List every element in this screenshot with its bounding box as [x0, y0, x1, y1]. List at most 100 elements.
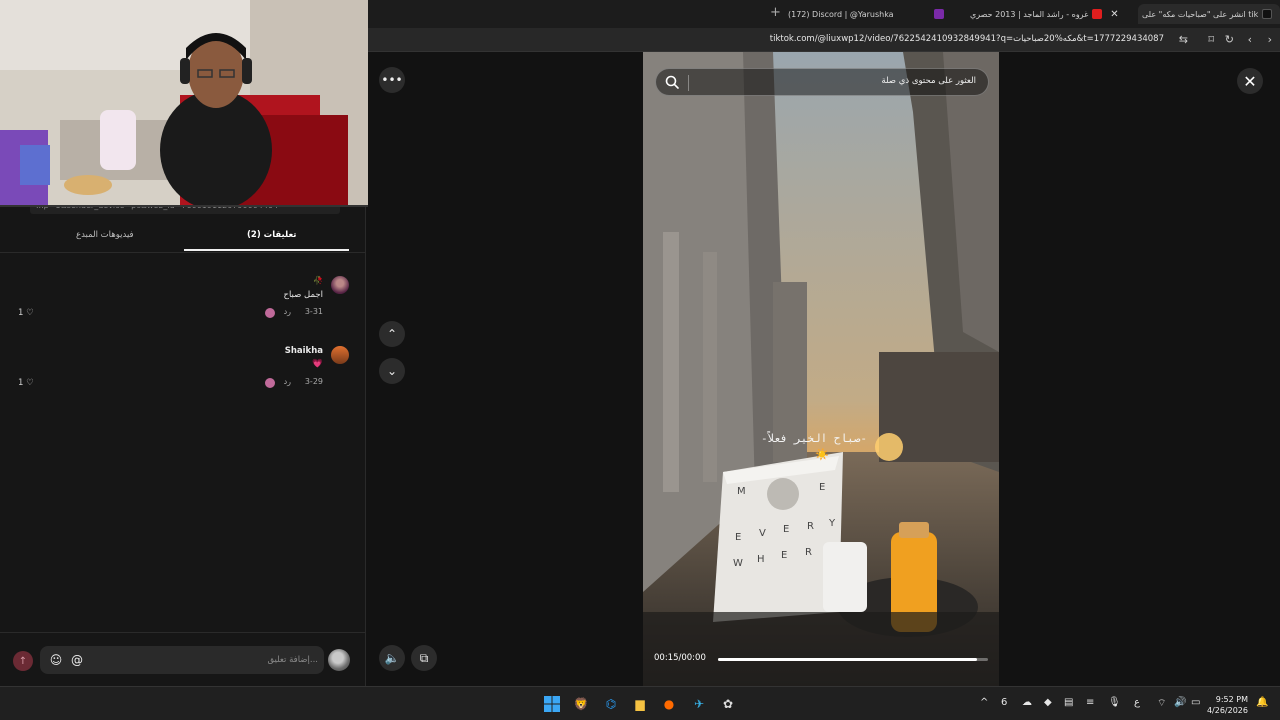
reply-link[interactable]: رد [284, 377, 291, 386]
address-bar: tiktok.com/@liuxwp12/video/7622542410932… [368, 28, 1280, 52]
url-text[interactable]: tiktok.com/@liuxwp12/video/7622542410932… [770, 34, 1164, 44]
onedrive-icon[interactable]: ☁ [1022, 697, 1032, 708]
comment-emoji: 💗 [312, 359, 323, 369]
bag-letter: R [807, 521, 814, 532]
bag-letter: E [735, 532, 741, 543]
time-display: 00:15/00:00 [654, 653, 706, 663]
volume-icon[interactable]: 🔊 [1174, 697, 1186, 708]
comment-date: 3-29 [304, 377, 323, 386]
back-icon[interactable]: ‹ [1248, 33, 1252, 46]
mention-icon[interactable]: @ [69, 652, 85, 668]
search-bar[interactable]: العثور على محتوى ذي صلة [655, 68, 989, 96]
screen: ...p=1&sender_device=pc&web_id=760019112… [0, 0, 1280, 720]
commenter-avatar[interactable] [331, 276, 349, 294]
forward-icon[interactable]: › [1268, 33, 1272, 46]
chevron-up-icon: ⌃ [386, 327, 398, 341]
search-icon[interactable] [664, 74, 680, 90]
site-settings-icon[interactable]: ⇆ [1179, 33, 1188, 46]
clock[interactable]: 9:52 PM 4/26/2026 [1207, 694, 1248, 716]
browser-tabstrip: (172) Discord | @Yarushka + غروه - راشد … [368, 0, 1280, 28]
language-indicator[interactable]: ع [1134, 697, 1140, 708]
bag-letter: H [757, 554, 765, 565]
discord-favicon-icon [934, 9, 944, 19]
close-icon: ✕ [1243, 71, 1257, 91]
comment-item: Shaikha 💗 3-29 رد 1 ♡ [15, 346, 349, 396]
like-count[interactable]: 1 ♡ [18, 308, 34, 318]
floating-player-button[interactable]: ⧉ [411, 645, 437, 671]
comment-tabs: فيديوهات المبدع تعليقات (2) [16, 226, 350, 252]
commenter-avatar[interactable] [331, 346, 349, 364]
app-tray-icon[interactable]: ◆ [1044, 697, 1052, 708]
post-comment-button[interactable]: ↑ [13, 651, 33, 671]
more-options-button[interactable]: ••• [379, 67, 405, 93]
tray-overflow-icon[interactable]: ^ [980, 697, 988, 708]
heart-icon[interactable]: ♡ [26, 378, 34, 388]
heart-icon[interactable]: ♡ [26, 308, 34, 318]
volume-button[interactable]: 🔈 [379, 645, 405, 671]
emoji-icon[interactable]: ☺ [48, 652, 64, 668]
bookmark-icon[interactable]: ⌑ [1208, 33, 1214, 46]
close-tab-icon[interactable]: ✕ [1110, 9, 1118, 20]
pip-icon: ⧉ [419, 650, 429, 665]
tab-tiktok-active[interactable]: انشر على "صباحيات مكه" على tik [1138, 4, 1280, 24]
playback-bar: 00:15/00:00 [643, 648, 999, 670]
clock-date: 4/26/2026 [1206, 706, 1248, 715]
progress-slider[interactable] [718, 658, 988, 661]
app-tray-icon[interactable]: ▤ [1064, 697, 1073, 708]
settings-tray-icon[interactable]: ≡ [1086, 697, 1094, 708]
sun-emoji: ☀️ [815, 448, 829, 461]
tiktok-favicon-icon [1262, 9, 1272, 19]
windows-taskbar: 🦁 ⌬ ▆ ● ✈ ✿ ^ 6 ☁ ◆ ▤ ≡ 🎙 ع ⌔ 🔊 ▭ 9:52 P… [0, 686, 1280, 720]
next-video-button[interactable]: ⌄ [379, 358, 405, 384]
bag-letter: M [737, 486, 746, 497]
app-icon[interactable]: ● [660, 695, 678, 713]
tab-discord[interactable]: (172) Discord | @Yarushka [788, 4, 894, 24]
previous-video-button[interactable]: ⌃ [379, 321, 405, 347]
telegram-icon[interactable]: ✈ [690, 695, 708, 713]
progress-fill [718, 658, 978, 661]
windows-start-icon[interactable] [543, 695, 561, 713]
divider [0, 252, 366, 253]
tab-label: انشر على "صباحيات مكه" على tik [1142, 9, 1259, 19]
tab-youtube[interactable]: غروه - راشد الماجد | 2013 حصري ✕ [930, 4, 1119, 24]
bag-letter: Y [828, 518, 836, 529]
chatgpt-icon[interactable]: ✿ [719, 695, 737, 713]
notification-icon[interactable]: 🔔 [1256, 697, 1268, 708]
clock-time: 9:52 PM [1215, 695, 1248, 704]
user-avatar[interactable] [328, 649, 350, 671]
search-placeholder: العثور على محتوى ذي صلة [881, 76, 976, 86]
tab-comments[interactable]: تعليقات (2) [247, 230, 296, 240]
reply-link[interactable]: رد [284, 307, 291, 316]
comment-author[interactable]: Shaikha [285, 346, 323, 356]
close-video-button[interactable]: ✕ [1237, 68, 1263, 94]
like-count[interactable]: 1 ♡ [18, 378, 34, 388]
speaker-icon: 🔈 [384, 651, 400, 665]
search-separator [688, 75, 689, 91]
new-tab-button[interactable]: + [770, 5, 781, 20]
bag-letter: R [805, 547, 812, 558]
comment-input-box: ☺ @ [40, 646, 324, 674]
microphone-icon[interactable]: 🎙 [1108, 697, 1121, 708]
comment-composer: ↑ ☺ @ [0, 632, 366, 686]
comment-input[interactable] [92, 652, 318, 668]
creator-liked-avatar [265, 308, 275, 318]
video-player[interactable]: M E E V E R Y W H E R -صباح الخير فعلاً-… [643, 52, 999, 686]
file-explorer-icon[interactable]: ▆ [631, 695, 649, 713]
webcam-overlay [0, 0, 368, 207]
tray-number[interactable]: 6 [1001, 697, 1007, 708]
bag-letter: E [783, 524, 789, 535]
comment-item: 🥀 اجمل صباح 3-31 رد 1 ♡ [15, 276, 349, 326]
video-area: ••• ⌃ ⌄ 🔈 ⧉ M E E V E R Y W H E R -صباح … [368, 52, 1280, 686]
comment-text: اجمل صباح [283, 290, 323, 300]
wifi-icon[interactable]: ⌔ [1157, 697, 1166, 710]
chevron-down-icon: ⌄ [386, 364, 398, 378]
reload-icon[interactable]: ↻ [1225, 33, 1234, 46]
creator-liked-avatar [265, 378, 275, 388]
bag-letter: W [733, 558, 743, 569]
bag-letter: V [759, 528, 766, 539]
tab-creator-videos[interactable]: فيديوهات المبدع [76, 230, 134, 240]
comment-date: 3-31 [304, 307, 323, 316]
brave-browser-icon[interactable]: 🦁 [572, 695, 590, 713]
battery-icon[interactable]: ▭ [1191, 697, 1200, 708]
vscode-icon[interactable]: ⌬ [602, 695, 620, 713]
